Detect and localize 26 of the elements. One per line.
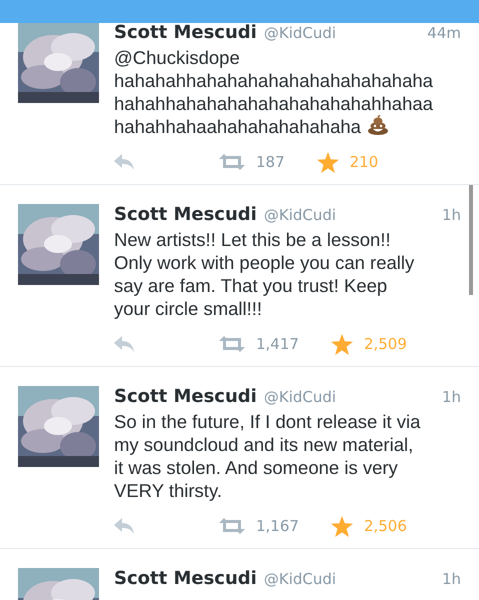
star-icon[interactable] [330, 334, 353, 354]
tweet-text: New artists!! Let this be a lesson!! Only work with people you can really say are fam. That you trust! Keep your circle small!!! [114, 228, 416, 320]
tweet-time: 1h [442, 388, 461, 406]
favorite-count: 210 [350, 153, 378, 171]
favorite-count: 2,506 [364, 517, 407, 535]
user-name[interactable]: Scott Mescudi [114, 568, 257, 589]
tweet-text: So in the future, If I dont release it via my soundcloud and its new material, it was stolen. And someone is very VERY thirsty. [114, 410, 422, 502]
tweet-text: @Chuckisdope hahahahhahahahahahahahahahahaha hahahhahahahahahahahahahahhahaa hahahhahaahahahahahahaha [114, 46, 434, 138]
retweet-count: 1,167 [256, 517, 299, 535]
favorite-count: 2,509 [364, 335, 407, 353]
tweet-time: 44m [427, 24, 461, 42]
user-name[interactable]: Scott Mescudi [114, 22, 257, 43]
retweet-icon[interactable] [219, 518, 245, 534]
user-name[interactable]: Scott Mescudi [114, 204, 257, 225]
star-icon[interactable] [316, 152, 339, 172]
star-icon[interactable] [330, 516, 353, 536]
reply-icon[interactable] [114, 518, 135, 534]
retweet-count: 1,417 [256, 335, 299, 353]
reply-icon[interactable] [114, 336, 135, 352]
tweet-time: 1h [442, 570, 461, 588]
user-name[interactable]: Scott Mescudi [114, 386, 257, 407]
retweet-icon[interactable] [219, 336, 245, 352]
reply-icon[interactable] [114, 154, 135, 170]
retweet-count: 187 [256, 153, 285, 171]
retweet-icon[interactable] [219, 154, 245, 170]
tweet-time: 1h [442, 206, 461, 224]
